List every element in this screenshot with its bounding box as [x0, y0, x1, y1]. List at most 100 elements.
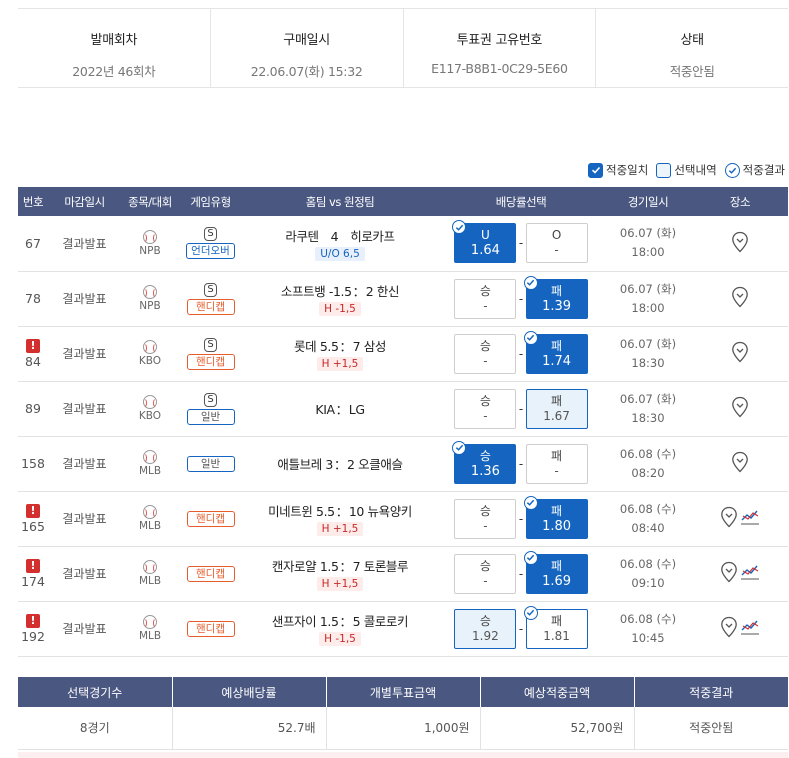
odds-cell: 승 - - 패 1.74	[438, 326, 604, 382]
away-win-odds-button[interactable]: 패 1.67	[525, 388, 588, 429]
handicap-badge: H -1,5	[319, 302, 361, 316]
game-type-badge: 일반	[186, 455, 235, 472]
special-badge: S	[204, 337, 217, 352]
away-team: 2 오클애슬	[347, 457, 403, 472]
league-cell: MLB	[121, 491, 179, 547]
hit-check-icon	[523, 275, 538, 290]
map-pin-icon[interactable]	[731, 341, 749, 366]
trend-chart-icon[interactable]	[740, 618, 760, 639]
map-pin-icon[interactable]	[731, 231, 749, 256]
league-name: NPB	[139, 300, 161, 312]
away-win-odds-button[interactable]: 패 1.81	[523, 605, 588, 649]
check-box-icon	[588, 162, 604, 178]
game-date: 06.07 (화)	[619, 281, 677, 296]
odds-label: O	[551, 228, 562, 243]
map-pin-icon[interactable]	[731, 286, 749, 311]
away-team: 히로카프	[350, 228, 395, 244]
home-win-odds-button[interactable]: 승 1.36	[452, 440, 517, 484]
info-label: 구매일시	[283, 33, 330, 48]
match-teams: 미네트윈 5.5：10 뉴욕양키	[268, 501, 412, 520]
baseball-icon	[143, 560, 157, 574]
home-win-odds-button[interactable]: 승-	[454, 278, 517, 319]
odds-cell: 승 - - 패 1.69	[438, 546, 604, 602]
hit-check-icon	[452, 220, 467, 235]
league-cell: MLB	[121, 546, 179, 602]
home-team: 미네트윈 5.5	[268, 504, 335, 519]
special-badge: S	[204, 282, 217, 297]
odds-cell: 승 1.36 - 패 -	[438, 436, 604, 492]
game-number-cell: 78	[18, 271, 48, 327]
table-row: 78 결과발표 NPB S 핸디캡 소프트뱅 -1.5：2 한신 H -1,5 승 - - 패 1.3…	[18, 271, 788, 327]
baseball-icon	[143, 505, 157, 519]
deadline-status: 결과발표	[62, 292, 107, 306]
info-cell: 상태 적중안됨	[595, 9, 788, 87]
map-pin-icon[interactable]	[720, 616, 738, 641]
game-type-cell: S 일반	[179, 381, 242, 437]
away-win-odds-button[interactable]: 패 1.69	[523, 550, 588, 594]
deadline-cell: 결과발표	[48, 326, 121, 382]
handicap-badge: H -1,5	[319, 632, 361, 646]
handicap-badge: H +1,5	[316, 357, 364, 371]
home-win-odds-button[interactable]: 승 1.92	[454, 608, 517, 649]
table-row: ! 192 결과발표 MLB 핸디캡 샌프자이 1.5：5 콜로로키 H -1,5 승 1.92…	[18, 601, 788, 657]
game-type-cell: 일반	[179, 436, 242, 492]
game-type-badge: 언더오버	[186, 243, 235, 260]
game-type-cell: S 핸디캡	[179, 271, 242, 327]
legend-item[interactable]: 적중일치	[588, 162, 648, 178]
game-datetime-cell: 06.07 (화) 18:00	[604, 271, 692, 327]
trend-chart-icon[interactable]	[740, 508, 760, 529]
game-datetime-cell: 06.08 (수) 08:20	[604, 436, 692, 492]
match-teams: KIA：LG	[315, 399, 365, 418]
league-name: MLB	[138, 575, 162, 587]
league-cell: MLB	[121, 436, 179, 492]
home-win-odds-button[interactable]: U 1.64	[452, 220, 517, 264]
away-win-odds-button[interactable]: 패 1.74	[523, 330, 588, 374]
map-pin-icon[interactable]	[731, 451, 749, 476]
game-type-badge: 핸디캡	[186, 510, 235, 527]
result-legend: 적중일치 선택내역 적중결과	[588, 162, 785, 178]
odds-label: 승	[479, 503, 491, 518]
match-score: 4	[330, 228, 339, 244]
circle-check-icon	[724, 162, 740, 178]
table-row: ! 84 결과발표 KBO S 핸디캡 롯데 5.5：7 삼성 H +1,5 승 - - 패 1.74 0…	[18, 326, 788, 382]
venue-cell	[692, 491, 788, 547]
odds-value: 1.80	[542, 518, 572, 534]
home-win-odds-button[interactable]: 승-	[454, 553, 517, 594]
game-type-cell: 핸디캡	[179, 491, 242, 547]
match-teams: 샌프자이 1.5：5 콜로로키	[272, 611, 409, 630]
trend-chart-icon[interactable]	[740, 563, 760, 584]
summary-value: 8경기	[18, 707, 172, 750]
odds-value: 1.67	[543, 408, 570, 423]
match-cell: 애틀브레 3：2 오클애슬	[242, 436, 438, 492]
away-team: 10 뉴욕양키	[348, 504, 412, 519]
hit-check-icon	[523, 605, 538, 620]
summary-value: 1,000원	[325, 707, 480, 750]
game-type-cell: 핸디캡	[179, 546, 242, 602]
away-win-odds-button[interactable]: 패 1.39	[523, 275, 588, 319]
venue-cell	[692, 546, 788, 602]
legend-item[interactable]: 적중결과	[724, 162, 785, 178]
odds-label: 승	[479, 283, 491, 298]
away-win-odds-button[interactable]: O-	[525, 223, 588, 264]
odds-label: 승	[479, 448, 491, 463]
draw-odds: -	[518, 401, 524, 416]
home-team: 애틀브레 3	[277, 457, 333, 472]
game-datetime-cell: 06.07 (화) 18:30	[604, 381, 692, 437]
home-win-odds-button[interactable]: 승-	[454, 388, 517, 429]
home-win-odds-button[interactable]: 승-	[454, 333, 517, 374]
map-pin-icon[interactable]	[720, 561, 738, 586]
league-name: MLB	[138, 465, 162, 477]
summary-column-header: 예상적중금액	[479, 677, 634, 707]
legend-item[interactable]: 선택내역	[656, 162, 717, 178]
legend-label: 적중결과	[742, 163, 785, 177]
match-cell: KIA：LG	[242, 381, 438, 437]
deadline-status: 결과발표	[62, 567, 107, 581]
warning-icon: !	[26, 613, 40, 628]
info-label: 발매회차	[90, 33, 138, 48]
odds-value: -	[554, 463, 559, 478]
home-win-odds-button[interactable]: 승-	[454, 498, 517, 539]
away-win-odds-button[interactable]: 패-	[525, 443, 588, 484]
map-pin-icon[interactable]	[731, 396, 749, 421]
map-pin-icon[interactable]	[720, 506, 738, 531]
away-win-odds-button[interactable]: 패 1.80	[523, 495, 588, 539]
